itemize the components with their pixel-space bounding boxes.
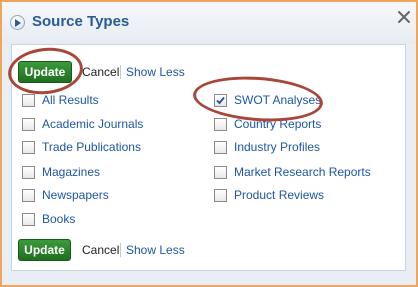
checkmark-icon xyxy=(216,96,225,105)
cancel-link-bottom[interactable]: Cancel xyxy=(82,243,119,257)
label-all-results[interactable]: All Results xyxy=(42,93,99,107)
dialog-title: Source Types xyxy=(32,13,130,30)
close-icon[interactable] xyxy=(397,10,411,24)
cancel-link-top[interactable]: Cancel xyxy=(82,65,119,79)
source-types-dialog: Source Types Update Cancel Show Less All… xyxy=(0,0,418,287)
show-less-link-top[interactable]: Show Less xyxy=(126,65,185,79)
checkbox-all-results[interactable] xyxy=(22,94,35,107)
separator xyxy=(120,243,121,257)
label-industry-profiles[interactable]: Industry Profiles xyxy=(234,140,320,154)
label-magazines[interactable]: Magazines xyxy=(42,165,100,179)
label-newspapers[interactable]: Newspapers xyxy=(42,188,109,202)
label-academic-journals[interactable]: Academic Journals xyxy=(42,117,143,131)
update-button-top[interactable]: Update xyxy=(18,61,72,83)
separator xyxy=(120,65,121,79)
chevron-right-icon[interactable] xyxy=(10,15,25,30)
label-books[interactable]: Books xyxy=(42,212,75,226)
checkbox-magazines[interactable] xyxy=(22,166,35,179)
checkbox-newspapers[interactable] xyxy=(22,189,35,202)
label-swot-analyses[interactable]: SWOT Analyses xyxy=(234,93,321,107)
checkbox-academic-journals[interactable] xyxy=(22,118,35,131)
checkbox-industry-profiles[interactable] xyxy=(214,141,227,154)
checkbox-market-research-reports[interactable] xyxy=(214,166,227,179)
checkbox-product-reviews[interactable] xyxy=(214,189,227,202)
update-button-bottom[interactable]: Update xyxy=(18,239,71,261)
label-product-reviews[interactable]: Product Reviews xyxy=(234,188,324,202)
dialog-header: Source Types xyxy=(2,2,416,44)
checkbox-country-reports[interactable] xyxy=(214,118,227,131)
checkbox-books[interactable] xyxy=(22,213,35,226)
label-market-research-reports[interactable]: Market Research Reports xyxy=(234,165,371,179)
checkbox-trade-publications[interactable] xyxy=(22,141,35,154)
label-country-reports[interactable]: Country Reports xyxy=(234,117,321,131)
checkbox-swot-analyses[interactable] xyxy=(214,94,227,107)
source-types-panel: Update Cancel Show Less All Results Acad… xyxy=(5,44,406,271)
show-less-link-bottom[interactable]: Show Less xyxy=(126,243,185,257)
label-trade-publications[interactable]: Trade Publications xyxy=(42,140,141,154)
